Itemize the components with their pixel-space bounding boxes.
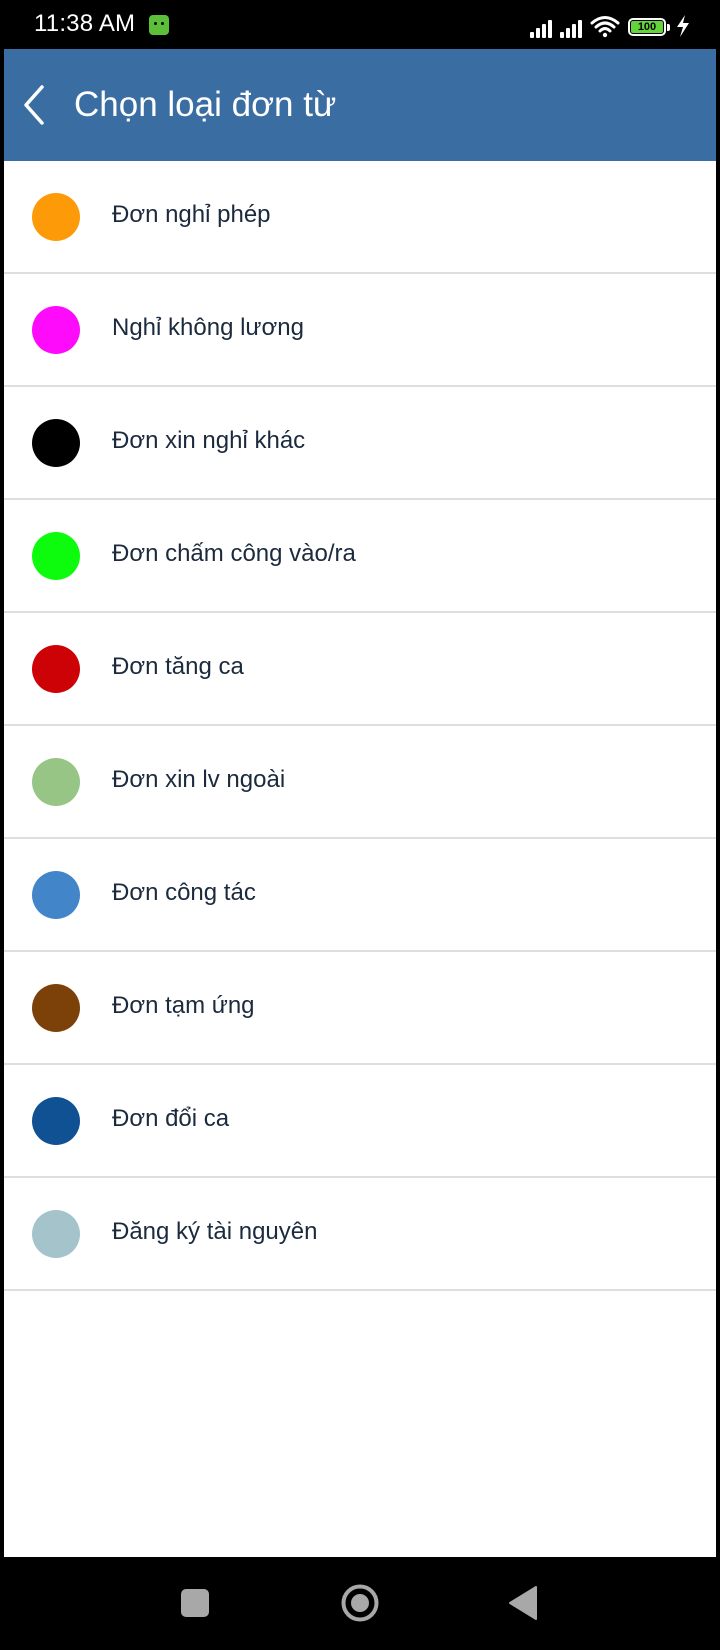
app-content: Chọn loại đơn từ Đơn nghỉ phép Nghỉ không…	[4, 49, 716, 1557]
list-item-label: Đơn nghỉ phép	[112, 201, 271, 228]
app-bar: Chọn loại đơn từ	[4, 49, 716, 161]
list-item[interactable]: Đơn xin nghỉ khác	[4, 387, 716, 500]
battery-level: 100	[637, 21, 657, 33]
android-notification-icon	[149, 15, 169, 35]
list-item-label: Đơn tăng ca	[112, 653, 244, 680]
list-item[interactable]: Đơn nghỉ phép	[4, 161, 716, 274]
list-item-label: Đơn đổi ca	[112, 1105, 230, 1132]
color-dot-icon	[32, 419, 80, 467]
cell-signal-icon-2	[560, 18, 582, 38]
list-item[interactable]: Đơn xin lv ngoài	[4, 726, 716, 839]
color-dot-icon	[32, 193, 80, 241]
color-dot-icon	[32, 871, 80, 919]
list-item-label: Đơn tạm ứng	[112, 992, 255, 1019]
page-title: Chọn loại đơn từ	[74, 85, 337, 124]
status-bar: 11:38 AM 100	[0, 0, 720, 49]
list-item-label: Đơn xin nghỉ khác	[112, 427, 306, 454]
color-dot-icon	[32, 1097, 80, 1145]
phone-screen: 11:38 AM 100 Chọn loại đơn từ Đơn nghỉ p…	[0, 0, 720, 1650]
list-item-label: Đăng ký tài nguyên	[112, 1218, 318, 1245]
battery-icon: 100	[628, 18, 666, 36]
cell-signal-icon	[530, 18, 552, 38]
list-item[interactable]: Đơn chấm công vào/ra	[4, 500, 716, 613]
navigation-bar	[0, 1557, 720, 1650]
system-back-button[interactable]	[508, 1585, 538, 1621]
status-time: 11:38 AM	[34, 10, 136, 37]
request-type-list: Đơn nghỉ phép Nghỉ không lương Đơn xin ngh…	[4, 161, 716, 1291]
color-dot-icon	[32, 532, 80, 580]
charging-bolt-icon	[677, 15, 689, 37]
list-item[interactable]: Đăng ký tài nguyên	[4, 1178, 716, 1291]
home-button[interactable]	[340, 1583, 380, 1623]
list-item-label: Đơn xin lv ngoài	[112, 766, 286, 793]
list-item[interactable]: Nghỉ không lương	[4, 274, 716, 387]
list-item-label: Đơn chấm công vào/ra	[112, 540, 356, 567]
color-dot-icon	[32, 984, 80, 1032]
wifi-icon	[590, 16, 620, 38]
color-dot-icon	[32, 1210, 80, 1258]
back-arrow-icon[interactable]	[12, 77, 60, 133]
list-item[interactable]: Đơn tăng ca	[4, 613, 716, 726]
color-dot-icon	[32, 758, 80, 806]
list-item[interactable]: Đơn công tác	[4, 839, 716, 952]
status-indicators: 100	[530, 12, 690, 38]
list-item[interactable]: Đơn đổi ca	[4, 1065, 716, 1178]
recent-apps-button[interactable]	[181, 1589, 209, 1617]
color-dot-icon	[32, 306, 80, 354]
list-item[interactable]: Đơn tạm ứng	[4, 952, 716, 1065]
color-dot-icon	[32, 645, 80, 693]
list-item-label: Nghỉ không lương	[112, 314, 304, 341]
list-item-label: Đơn công tác	[112, 879, 256, 906]
